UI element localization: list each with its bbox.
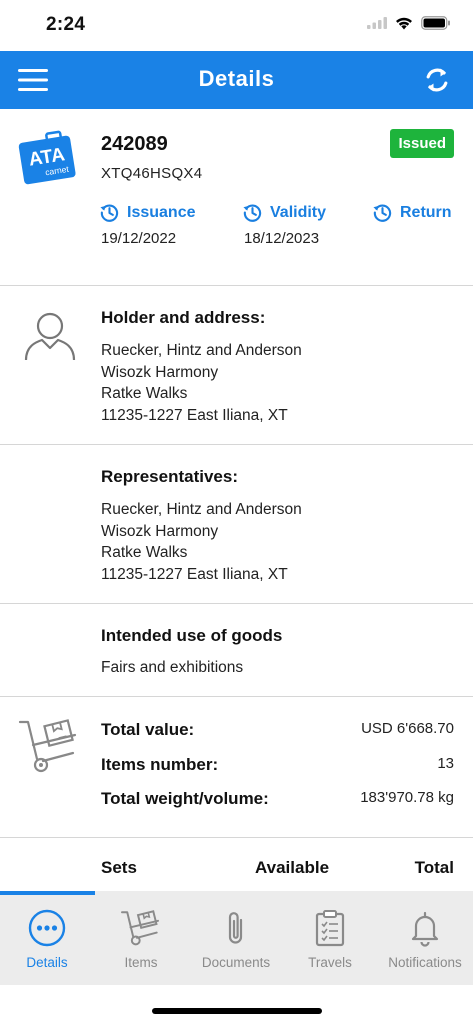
tab-travels[interactable]: Travels [283, 895, 377, 985]
status-icons [367, 16, 451, 30]
hand-truck-icon [18, 719, 77, 773]
bottom-tab-bar: Details Items Documents Travels Notifica… [0, 891, 473, 985]
refresh-icon [426, 68, 448, 92]
representative-line: Ratke Walks [101, 544, 188, 561]
tab-notifications[interactable]: Notifications [378, 895, 472, 985]
total-value-label: Total value: [101, 720, 195, 739]
totals-section: Total value: USD 6'668.70 Items number: … [0, 697, 473, 837]
available-column-header[interactable]: Available [255, 858, 329, 878]
clock-icon [243, 204, 262, 222]
bell-icon [411, 911, 439, 947]
tab-label: Documents [201, 955, 271, 970]
tab-details[interactable]: Details [0, 895, 94, 985]
user-icon [24, 312, 76, 361]
items-number-row: Items number: 13 [101, 755, 454, 775]
items-number-label: Items number: [101, 755, 219, 774]
holder-line: Wisozk Harmony [101, 364, 219, 381]
total-weight-row: Total weight/volume: 183'970.78 kg [101, 789, 454, 809]
sets-table: Sets Available Total [0, 838, 473, 898]
total-column-header[interactable]: Total [415, 858, 454, 878]
refresh-button[interactable] [421, 64, 453, 96]
carnet-summary: ATA carnet 242089 XTQ46HSQX4 Issued Issu… [0, 109, 473, 285]
holder-line: Ratke Walks [101, 385, 188, 402]
tab-items[interactable]: Items [94, 895, 188, 985]
home-indicator[interactable] [152, 1008, 322, 1014]
items-number-value: 13 [437, 755, 454, 772]
history-icon [100, 204, 119, 222]
total-value-row: Total value: USD 6'668.70 [101, 720, 454, 740]
wifi-icon [396, 17, 412, 29]
validity-link[interactable]: Validity [242, 202, 326, 223]
tab-label: Items [124, 955, 158, 970]
representative-line: Wisozk Harmony [101, 523, 219, 540]
tab-documents[interactable]: Documents [189, 895, 283, 985]
validity-label: Validity [270, 203, 327, 221]
tab-label: Details [26, 955, 68, 970]
signal-icon [367, 17, 387, 29]
validity-date: 18/12/2023 [244, 230, 320, 247]
return-label: Return [400, 203, 452, 221]
paperclip-icon [228, 912, 243, 944]
representatives-title: Representatives: [101, 467, 239, 486]
return-history-icon [373, 204, 392, 222]
intended-use-title: Intended use of goods [101, 626, 283, 645]
holder-section: Holder and address: Ruecker, Hintz and A… [0, 286, 473, 444]
total-weight-value: 183'970.78 kg [360, 789, 454, 806]
status-badge: Issued [390, 129, 454, 158]
page-title: Details [198, 66, 275, 91]
total-value: USD 6'668.70 [361, 720, 454, 737]
representative-line: 11235-1227 East Iliana, XT [101, 566, 288, 583]
battery-icon [421, 16, 450, 30]
holder-title: Holder and address: [101, 308, 266, 327]
carnet-number: 242089 [101, 133, 168, 155]
sets-column-header[interactable]: Sets [101, 858, 137, 878]
intended-use-value: Fairs and exhibitions [101, 659, 244, 676]
tab-label: Notifications [388, 955, 462, 970]
holder-line: 11235-1227 East Iliana, XT [101, 407, 288, 424]
representatives-section: Representatives: Ruecker, Hintz and Ande… [0, 445, 473, 603]
home-bar [0, 985, 473, 1024]
sets-table-header: Sets Available Total [0, 838, 473, 893]
details-content: ATA carnet 242089 XTQ46HSQX4 Issued Issu… [0, 109, 473, 898]
issuance-date: 19/12/2022 [101, 230, 177, 247]
status-bar: 2:24 [0, 0, 473, 51]
ata-carnet-logo: ATA carnet [18, 130, 76, 185]
hand-truck-icon [121, 910, 160, 946]
tab-label: Travels [308, 955, 352, 970]
more-dots-icon [28, 909, 66, 947]
app-header: Details [0, 51, 473, 109]
carnet-code: XTQ46HSQX4 [101, 165, 203, 182]
status-time: 2:24 [46, 14, 86, 35]
issuance-link[interactable]: Issuance [99, 202, 195, 223]
clipboard-icon [315, 910, 345, 947]
return-link[interactable]: Return [372, 202, 452, 223]
issuance-label: Issuance [127, 203, 196, 221]
total-weight-label: Total weight/volume: [101, 789, 269, 808]
holder-line: Ruecker, Hintz and Anderson [101, 342, 302, 359]
representative-line: Ruecker, Hintz and Anderson [101, 501, 302, 518]
intended-use-section: Intended use of goods Fairs and exhibiti… [0, 604, 473, 696]
